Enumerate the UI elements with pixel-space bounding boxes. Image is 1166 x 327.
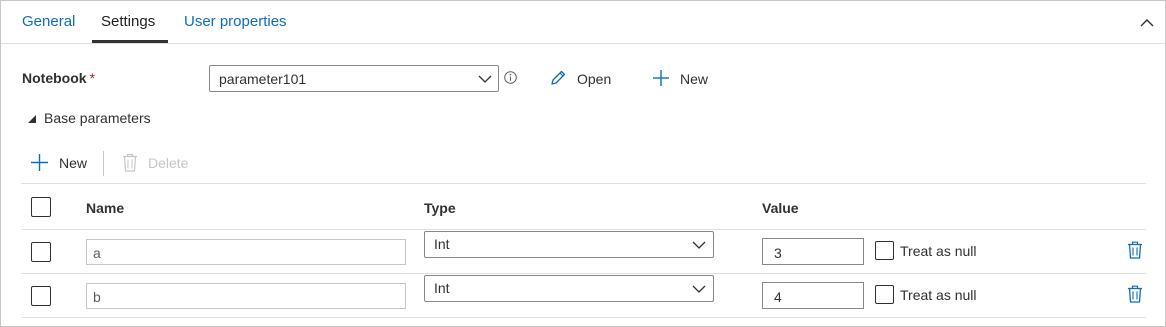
treat-as-null-checkbox[interactable]: [875, 285, 894, 304]
table-row: b Int 4 Treat as null: [21, 274, 1146, 318]
delete-parameter-label: Delete: [148, 155, 189, 171]
tab-general[interactable]: General: [22, 13, 75, 30]
new-notebook-button[interactable]: New: [652, 67, 712, 91]
parameter-value-text: 4: [774, 289, 782, 305]
parameter-name-input[interactable]: b: [86, 283, 406, 309]
chevron-down-icon: [478, 75, 492, 83]
parameter-name-value: a: [93, 245, 101, 261]
open-button-label: Open: [577, 71, 612, 87]
parameter-value-input[interactable]: 3: [762, 238, 864, 265]
settings-panel: General Settings User properties Noteboo…: [0, 0, 1166, 327]
parameter-value-input[interactable]: 4: [762, 282, 864, 309]
notebook-label-text: Notebook: [22, 70, 87, 86]
add-parameter-label: New: [59, 155, 88, 171]
parameter-name-input[interactable]: a: [86, 239, 406, 265]
parameter-type-select[interactable]: Int: [424, 275, 714, 302]
tab-settings[interactable]: Settings: [101, 13, 155, 30]
parameter-value-text: 3: [774, 245, 782, 261]
chevron-down-icon: [692, 285, 706, 293]
select-all-checkbox[interactable]: [31, 197, 51, 217]
trash-icon: [123, 153, 137, 172]
treat-as-null-label: Treat as null: [900, 287, 977, 303]
plus-icon: [31, 154, 48, 171]
notebook-label: Notebook *: [22, 70, 95, 86]
trash-icon[interactable]: [1127, 285, 1143, 303]
new-button-label: New: [680, 71, 709, 87]
column-header-value: Value: [762, 200, 799, 216]
chevron-up-icon[interactable]: [1139, 15, 1155, 31]
tab-user-properties[interactable]: User properties: [184, 13, 287, 30]
notebook-select[interactable]: parameter101: [209, 65, 499, 92]
row-checkbox[interactable]: [31, 242, 51, 262]
row-checkbox[interactable]: [31, 286, 51, 306]
required-mark: *: [89, 70, 96, 86]
trash-icon[interactable]: [1127, 241, 1143, 259]
toolbar-divider: [103, 151, 104, 176]
parameter-type-value: Int: [434, 280, 450, 296]
table-row: a Int 3 Treat as null: [21, 230, 1146, 274]
parameter-type-value: Int: [434, 236, 450, 252]
open-notebook-button[interactable]: Open: [549, 67, 613, 91]
tab-bar: General Settings User properties: [1, 1, 1165, 44]
notebook-select-value: parameter101: [219, 71, 307, 87]
treat-as-null-label: Treat as null: [900, 243, 977, 259]
table-header: Name Type Value: [21, 183, 1146, 230]
plus-icon: [653, 70, 669, 86]
triangle-expanded-icon: [28, 115, 36, 123]
treat-as-null-checkbox[interactable]: [875, 241, 894, 260]
active-tab-indicator: [92, 40, 168, 43]
parameters-table: Name Type Value a Int 3 Treat as null b …: [21, 183, 1146, 319]
column-header-name: Name: [86, 200, 125, 216]
info-icon[interactable]: [504, 71, 517, 84]
pencil-icon: [551, 70, 566, 85]
column-header-type: Type: [424, 200, 456, 216]
base-parameters-title: Base parameters: [44, 110, 151, 126]
parameter-type-select[interactable]: Int: [424, 231, 714, 258]
parameter-name-value: b: [93, 289, 101, 305]
chevron-down-icon: [692, 241, 706, 249]
